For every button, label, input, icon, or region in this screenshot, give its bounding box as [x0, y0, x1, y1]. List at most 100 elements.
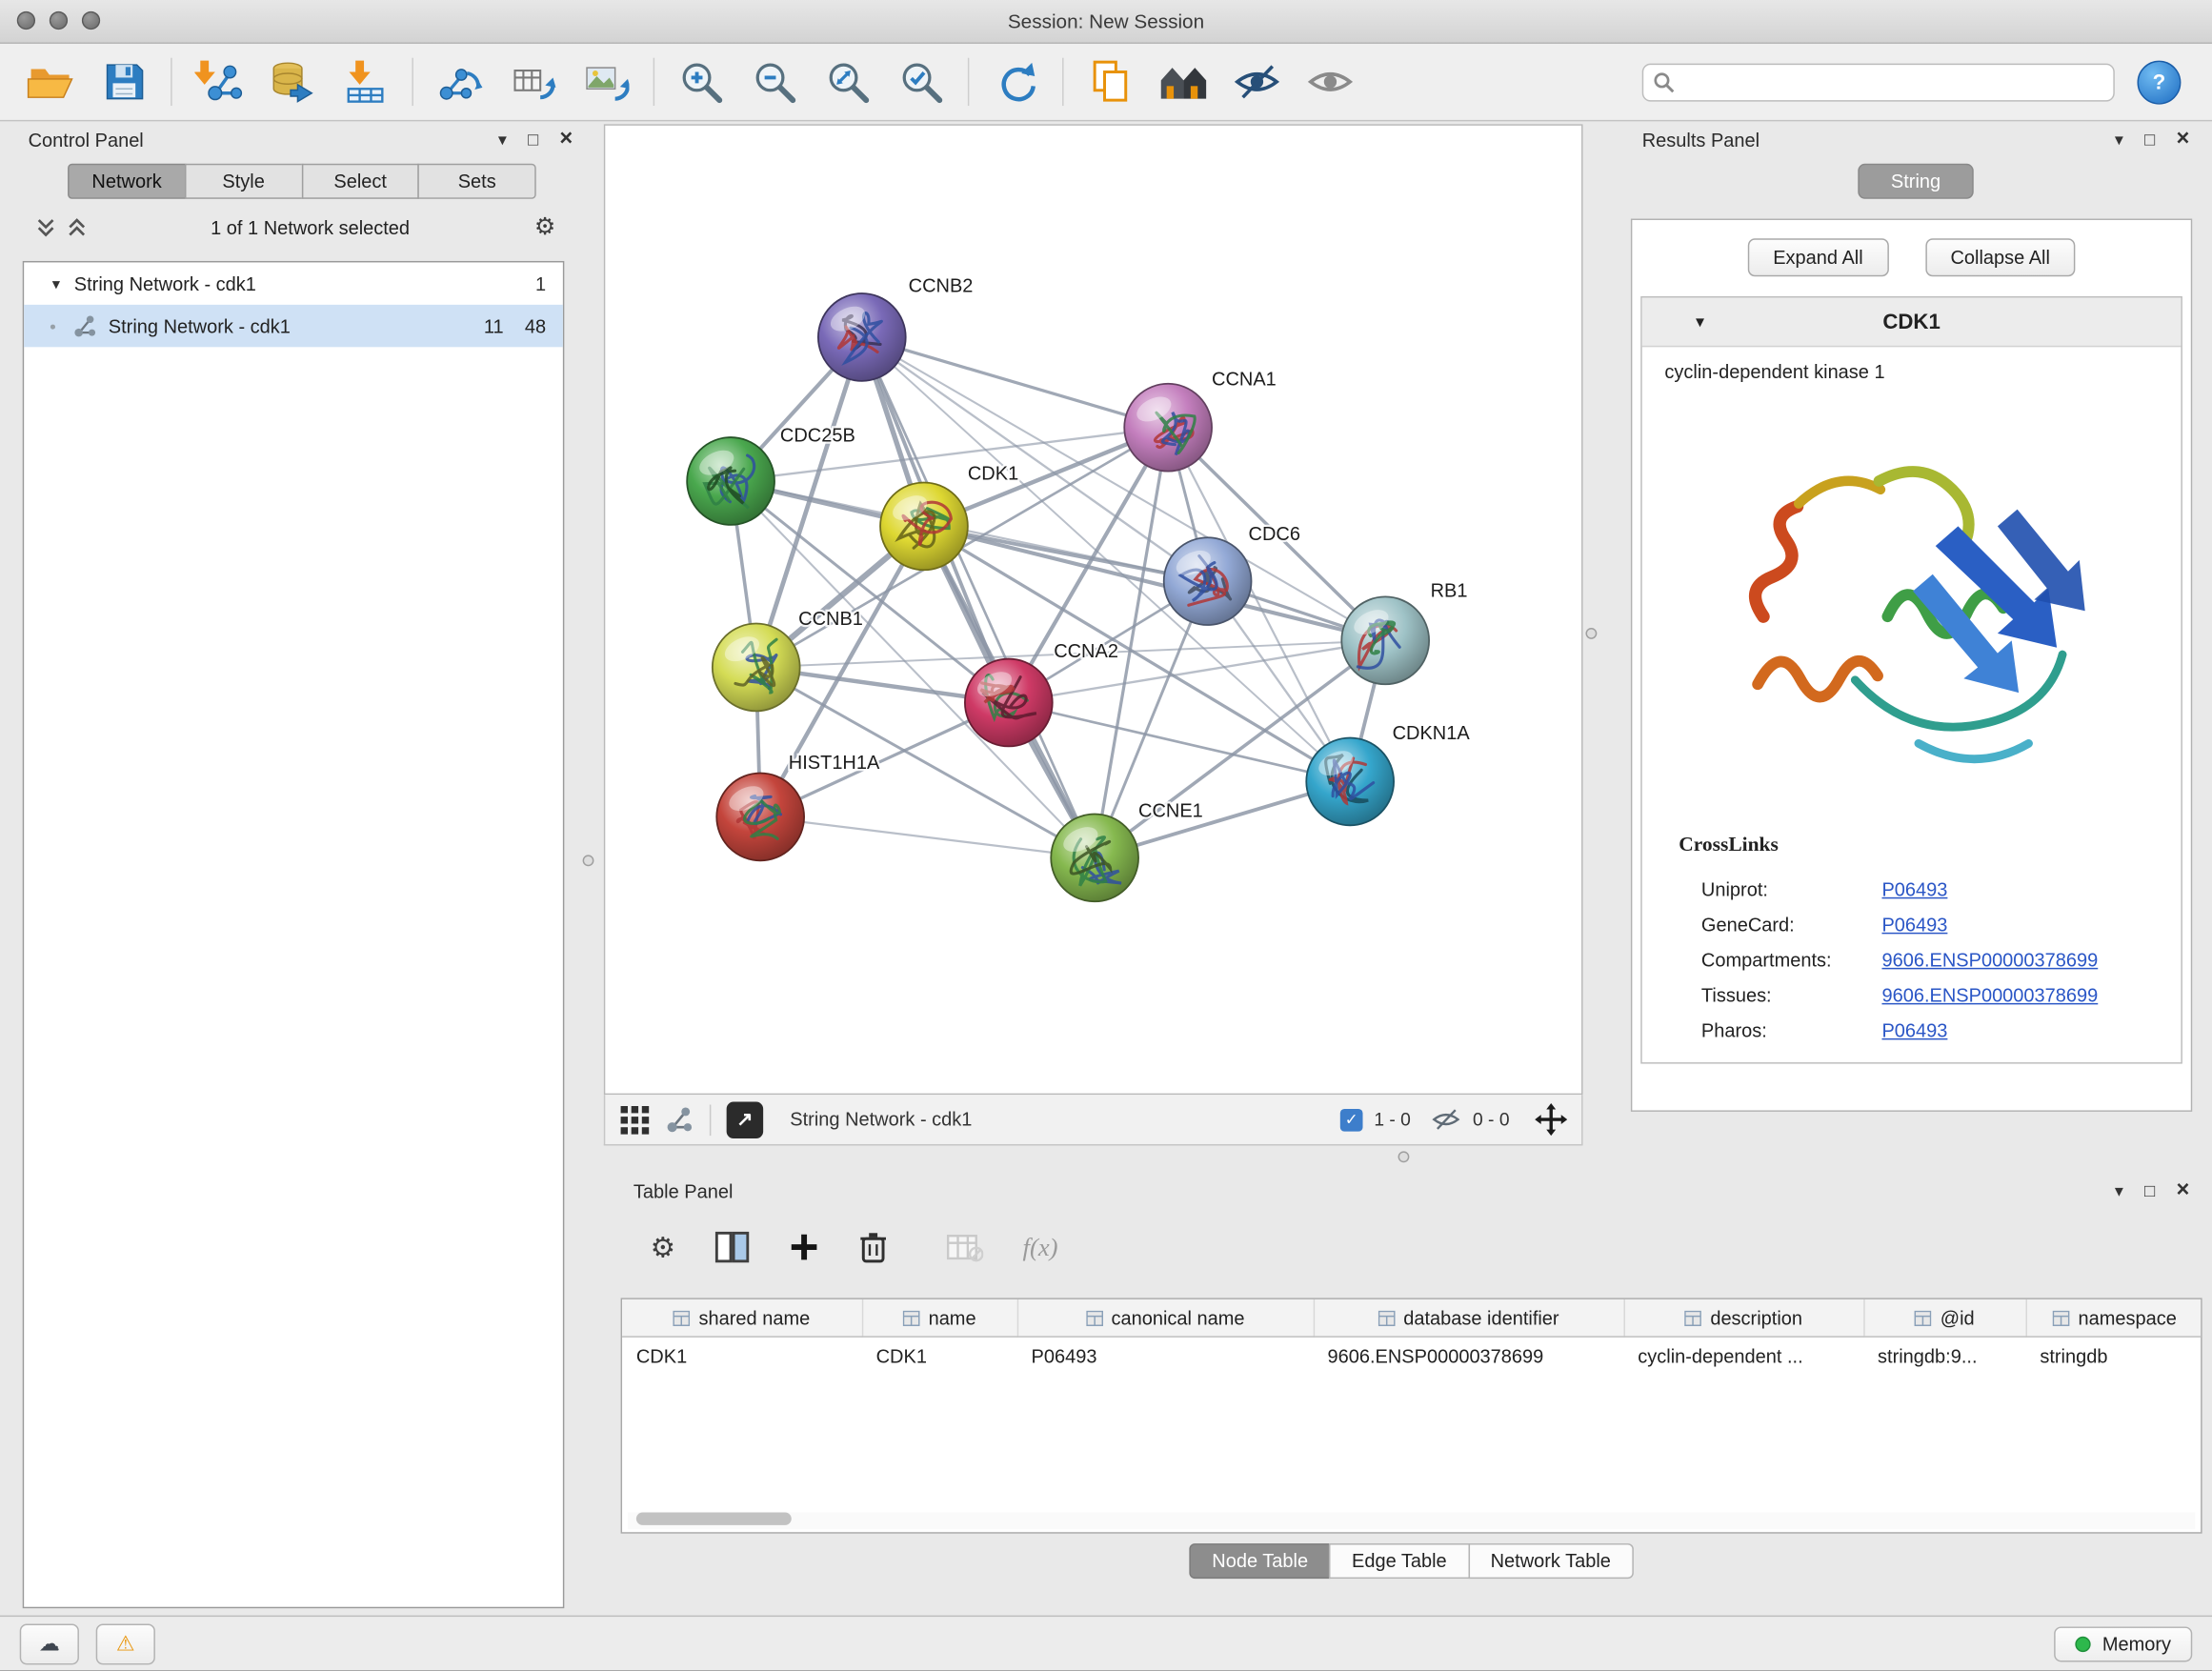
- selected-checkbox-icon[interactable]: ✓: [1340, 1108, 1363, 1131]
- tab-edge-table[interactable]: Edge Table: [1329, 1543, 1469, 1579]
- zoom-selected-button[interactable]: [889, 50, 954, 112]
- cloud-button[interactable]: ☁: [20, 1623, 79, 1664]
- refresh-button[interactable]: [983, 50, 1048, 112]
- horizontal-splitter-handle[interactable]: [1398, 1151, 1410, 1162]
- tab-node-table[interactable]: Node Table: [1190, 1543, 1331, 1579]
- network-node-cdc25b[interactable]: CDC25B: [687, 426, 855, 525]
- add-column-icon[interactable]: [789, 1232, 820, 1263]
- home-button[interactable]: [1151, 50, 1216, 112]
- show-columns-icon[interactable]: [715, 1232, 750, 1263]
- network-node-rb1[interactable]: RB1: [1341, 580, 1467, 684]
- import-network-database-button[interactable]: [259, 50, 324, 112]
- gene-expander-icon[interactable]: ▾: [1696, 312, 1704, 332]
- network-node-ccnb1[interactable]: CCNB1: [713, 609, 863, 711]
- float-panel-icon[interactable]: □: [2144, 1180, 2155, 1200]
- column-header[interactable]: name: [862, 1299, 1017, 1337]
- panel-menu-icon[interactable]: ▾: [498, 130, 507, 150]
- close-window-button[interactable]: [17, 11, 35, 30]
- grid-view-icon[interactable]: [619, 1104, 651, 1136]
- network-node-hist1h1a[interactable]: HIST1H1A: [716, 753, 880, 860]
- network-node-ccnb2[interactable]: CCNB2: [818, 276, 974, 381]
- network-graph[interactable]: CCNB2CCNA1CDC25BCDK1CDC6RB1CCNB1CCNA2CDK…: [605, 126, 1581, 1094]
- column-header[interactable]: database identifier: [1314, 1299, 1624, 1337]
- expand-all-icon[interactable]: [37, 217, 55, 237]
- network-options-gear-icon[interactable]: ⚙: [534, 213, 556, 242]
- column-header[interactable]: canonical name: [1017, 1299, 1314, 1337]
- crosslink-compartments-link[interactable]: 9606.ENSP00000378699: [1881, 950, 2158, 971]
- crosslink-genecard-link[interactable]: P06493: [1881, 915, 2158, 936]
- hide-graphics-details-button[interactable]: [1224, 50, 1289, 112]
- help-button[interactable]: ?: [2138, 60, 2182, 104]
- collapse-all-button[interactable]: Collapse All: [1925, 238, 2076, 276]
- copy-button[interactable]: [1077, 50, 1142, 112]
- expand-all-button[interactable]: Expand All: [1748, 238, 1889, 276]
- network-node-cdk1[interactable]: CDK1: [880, 463, 1018, 570]
- network-row-selected[interactable]: ● String Network - cdk1 11 48: [24, 305, 563, 347]
- panel-menu-icon[interactable]: ▾: [2115, 1180, 2123, 1200]
- cell-shared-name[interactable]: CDK1: [622, 1337, 862, 1374]
- zoom-out-button[interactable]: [742, 50, 807, 112]
- table-row[interactable]: CDK1 CDK1 P06493 9606.ENSP00000378699 cy…: [622, 1337, 2202, 1374]
- crosslink-uniprot-link[interactable]: P06493: [1881, 879, 2158, 900]
- float-panel-icon[interactable]: □: [2144, 130, 2155, 150]
- network-edge[interactable]: [862, 337, 1168, 428]
- search-input[interactable]: [1642, 63, 2115, 101]
- cell-name[interactable]: CDK1: [862, 1337, 1017, 1374]
- zoom-fit-button[interactable]: [815, 50, 880, 112]
- tab-network[interactable]: Network: [68, 164, 186, 199]
- network-node-ccna1[interactable]: CCNA1: [1124, 369, 1277, 471]
- tab-network-table[interactable]: Network Table: [1468, 1543, 1634, 1579]
- move-crosshair-icon[interactable]: [1535, 1103, 1567, 1136]
- column-header[interactable]: namespace: [2026, 1299, 2202, 1337]
- network-edge[interactable]: [862, 337, 1095, 857]
- import-network-button[interactable]: [186, 50, 251, 112]
- collapse-all-icon[interactable]: [68, 217, 86, 237]
- import-table-button[interactable]: [332, 50, 397, 112]
- network-edge[interactable]: [1009, 702, 1350, 781]
- delete-column-icon[interactable]: [859, 1230, 888, 1264]
- column-header[interactable]: shared name: [622, 1299, 862, 1337]
- close-panel-icon[interactable]: ×: [2176, 1178, 2189, 1204]
- open-file-button[interactable]: [18, 50, 83, 112]
- export-table-button[interactable]: [501, 50, 566, 112]
- network-collection-row[interactable]: ▾ String Network - cdk1 1: [24, 262, 563, 304]
- gene-card-header[interactable]: ▾ CDK1: [1642, 297, 2182, 347]
- save-session-button[interactable]: [91, 50, 156, 112]
- network-share-icon[interactable]: [666, 1105, 694, 1134]
- close-panel-icon[interactable]: ×: [2176, 127, 2189, 152]
- column-header[interactable]: description: [1623, 1299, 1863, 1337]
- show-graphics-details-button[interactable]: [1297, 50, 1362, 112]
- memory-button[interactable]: Memory: [2054, 1626, 2192, 1661]
- zoom-in-button[interactable]: [669, 50, 734, 112]
- tab-string[interactable]: String: [1859, 164, 1973, 199]
- cell-description[interactable]: cyclin-dependent ...: [1623, 1337, 1863, 1374]
- column-header[interactable]: @id: [1863, 1299, 2025, 1337]
- tab-select[interactable]: Select: [301, 164, 419, 199]
- warnings-button[interactable]: ⚠: [96, 1623, 155, 1664]
- minimize-window-button[interactable]: [50, 11, 68, 30]
- tab-sets[interactable]: Sets: [418, 164, 536, 199]
- network-node-cdc6[interactable]: CDC6: [1164, 524, 1300, 625]
- cell-namespace[interactable]: stringdb: [2026, 1337, 2202, 1374]
- function-builder-button[interactable]: f(x): [1023, 1233, 1058, 1262]
- panel-menu-icon[interactable]: ▾: [2115, 130, 2123, 150]
- crosslink-pharos-link[interactable]: P06493: [1881, 1020, 2158, 1041]
- network-canvas[interactable]: CCNB2CCNA1CDC25BCDK1CDC6RB1CCNB1CCNA2CDK…: [604, 124, 1583, 1095]
- cell-canonical-name[interactable]: P06493: [1017, 1337, 1314, 1374]
- float-panel-icon[interactable]: □: [528, 130, 538, 150]
- crosslink-tissues-link[interactable]: 9606.ENSP00000378699: [1881, 985, 2158, 1006]
- vertical-splitter-handle[interactable]: [1585, 628, 1597, 639]
- network-edge[interactable]: [760, 816, 1095, 857]
- vertical-splitter-handle[interactable]: [583, 855, 594, 866]
- hidden-eye-icon[interactable]: [1431, 1107, 1462, 1131]
- cell-database-identifier[interactable]: 9606.ENSP00000378699: [1314, 1337, 1624, 1374]
- network-node-cdkn1a[interactable]: CDKN1A: [1306, 723, 1470, 825]
- tab-style[interactable]: Style: [185, 164, 303, 199]
- table-settings-gear-icon[interactable]: ⚙: [651, 1230, 676, 1265]
- maximize-window-button[interactable]: [82, 11, 100, 30]
- tree-expander-icon[interactable]: ▾: [52, 274, 60, 292]
- detach-view-button[interactable]: ↗: [727, 1101, 764, 1138]
- horizontal-scrollbar[interactable]: [628, 1512, 2195, 1529]
- cell-id[interactable]: stringdb:9...: [1863, 1337, 2025, 1374]
- close-panel-icon[interactable]: ×: [559, 127, 573, 152]
